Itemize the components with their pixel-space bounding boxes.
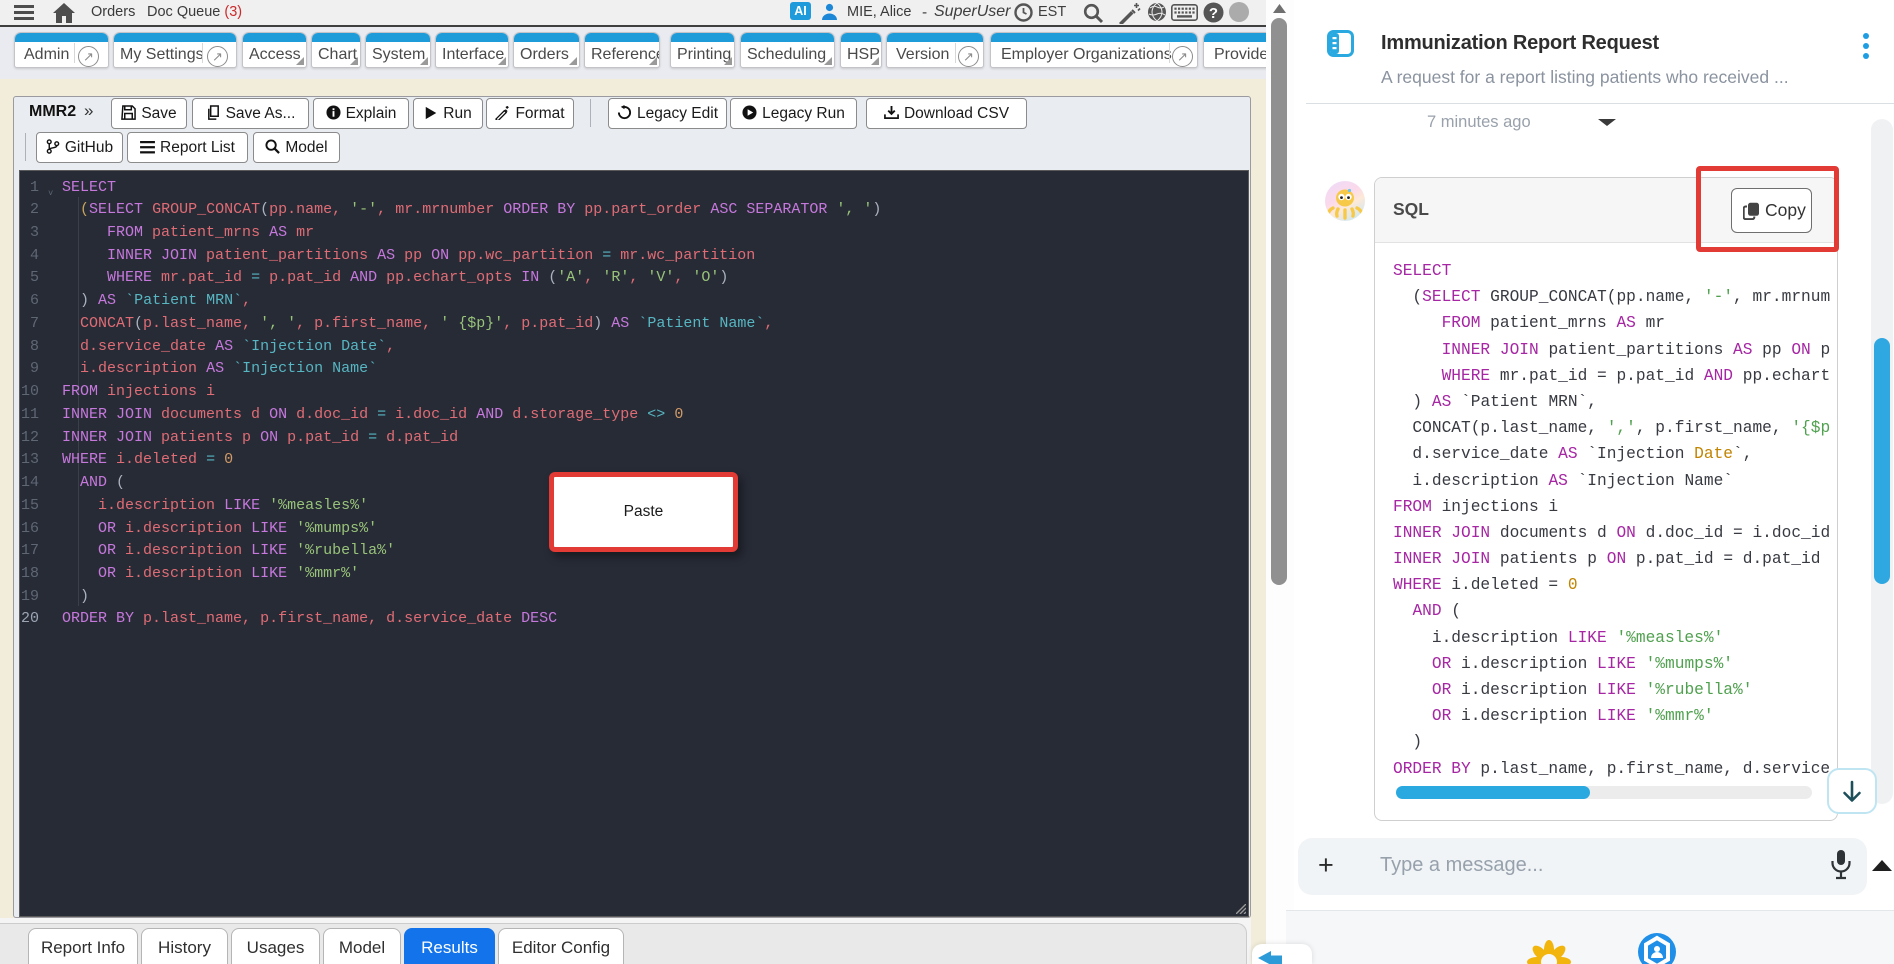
svg-text:?: ?: [1209, 5, 1218, 22]
